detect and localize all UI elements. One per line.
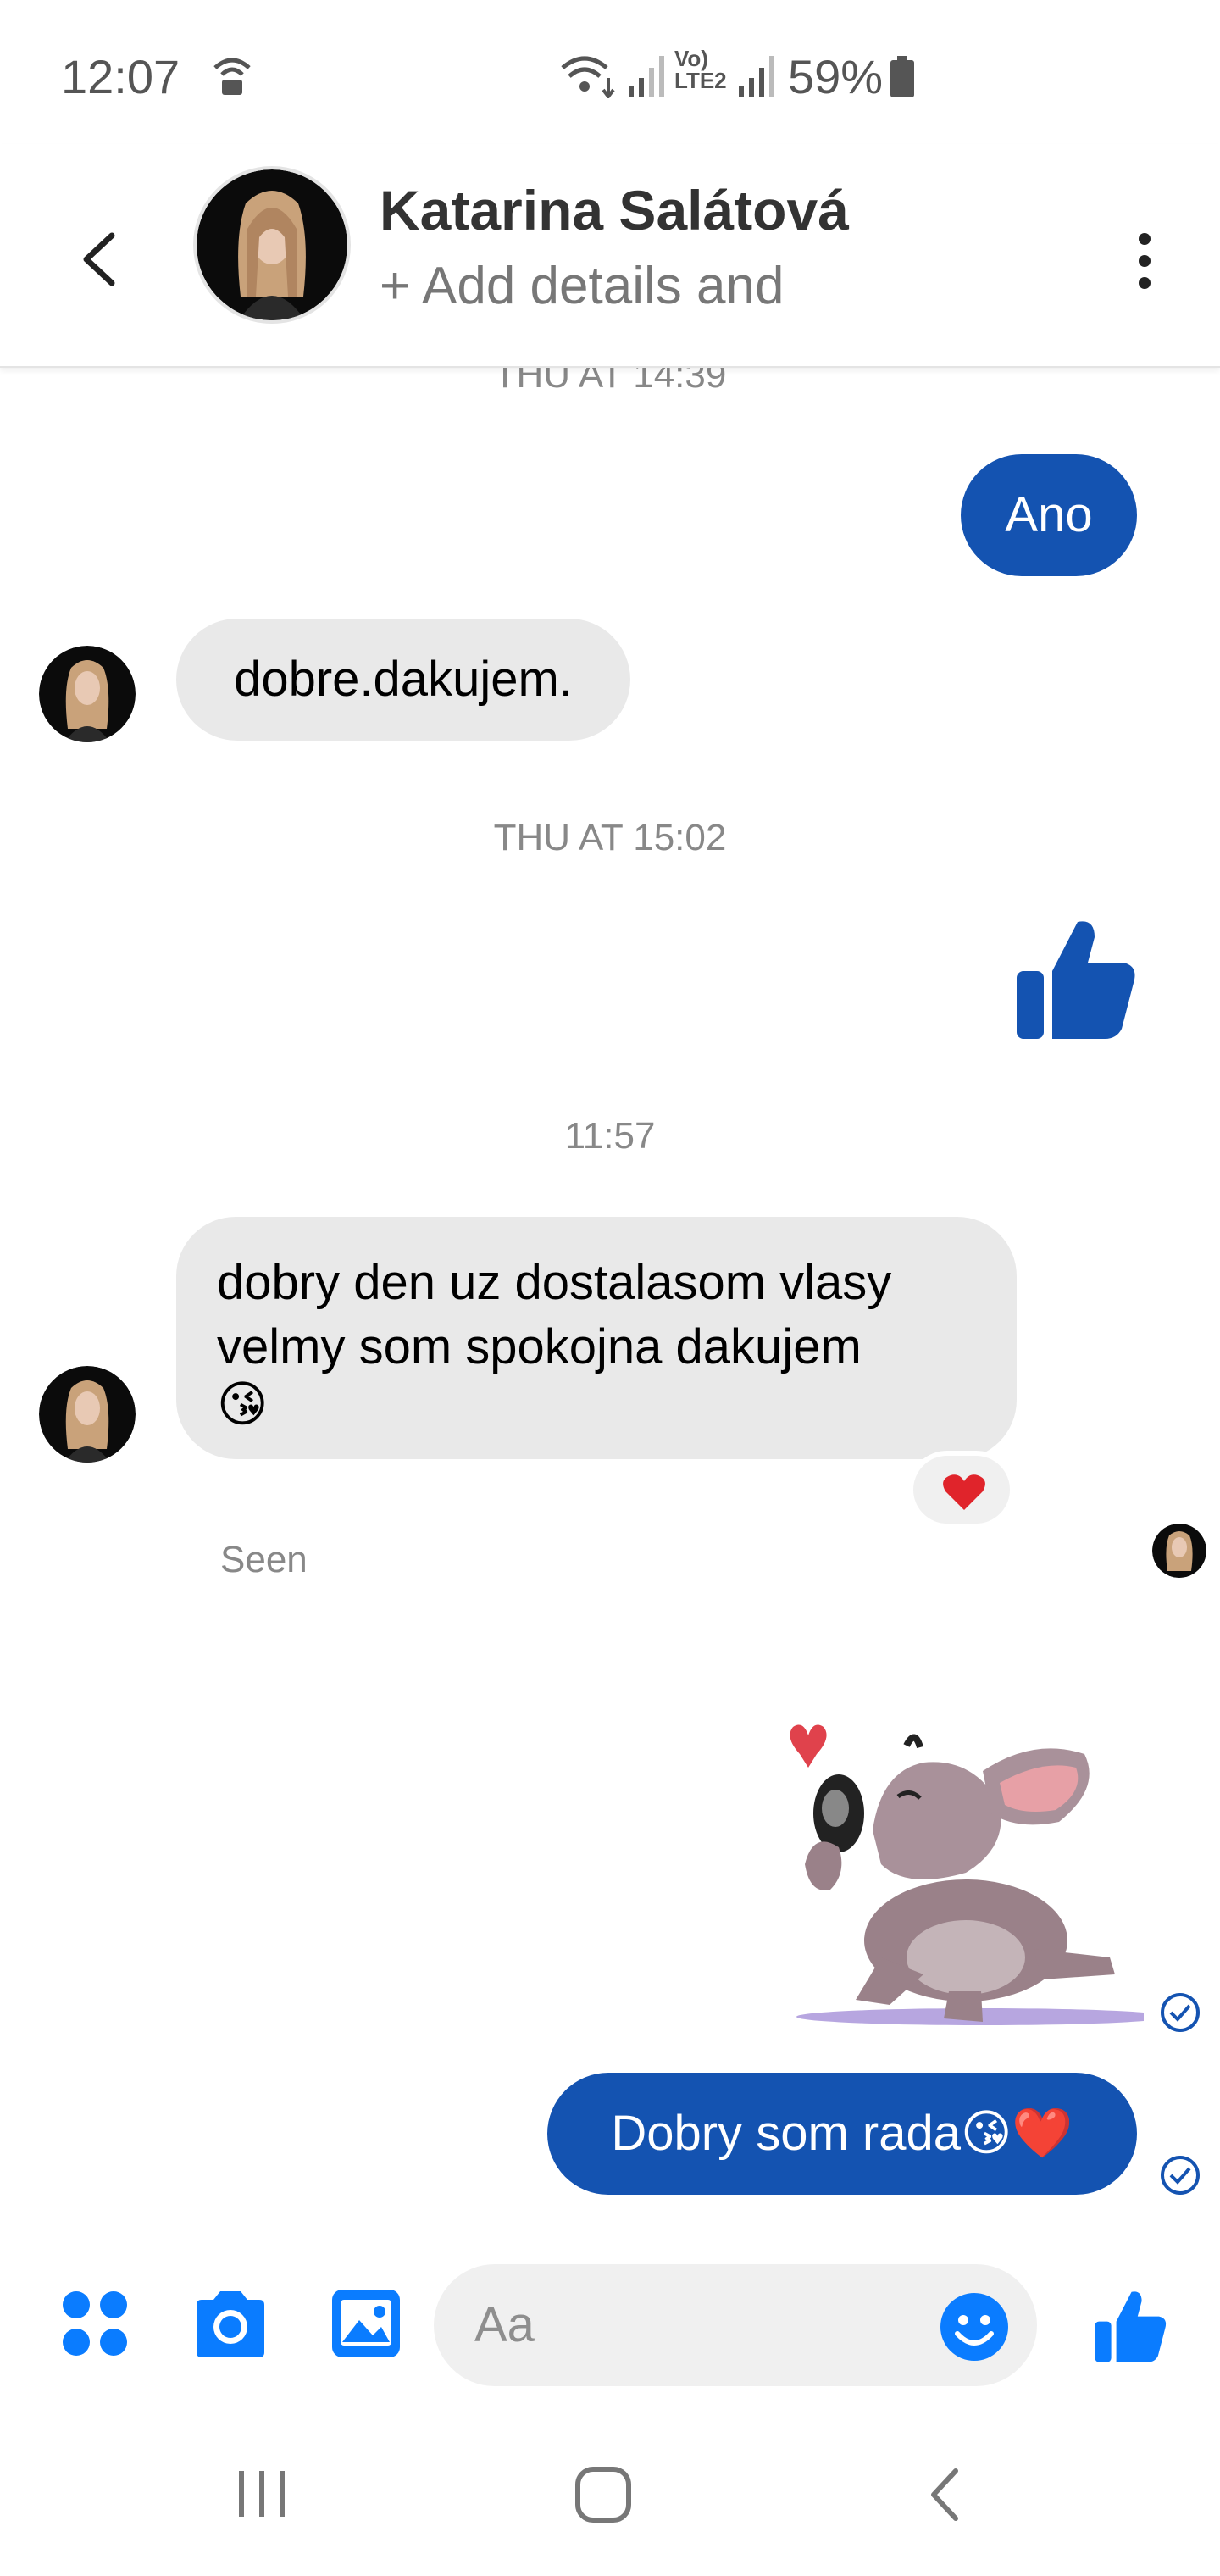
wifi-icon [561,56,615,98]
wifi-lock-icon [214,58,251,95]
thumbs-up-icon[interactable] [1093,2288,1169,2364]
outgoing-message[interactable]: Dobry som rada😘❤️ [547,2073,1137,2195]
status-bar: 12:07 Vo) LTE2 59% [0,0,1220,144]
system-nav-bar [0,2423,1220,2576]
check-circle-icon [1161,1993,1200,2032]
message-placeholder: Aa [474,2297,535,2352]
back-icon[interactable] [68,212,136,305]
avatar[interactable] [39,1366,136,1463]
reaction-badge[interactable] [908,1451,1015,1529]
nav-back-icon[interactable] [920,2464,971,2525]
avatar[interactable] [39,646,136,742]
contact-subtitle[interactable]: + Add details and [380,256,784,316]
heart-icon [943,1474,985,1510]
status-time: 12:07 [61,50,180,103]
emoji-icon[interactable] [939,2291,1010,2362]
signal-icon [739,56,774,97]
conversation-header: Katarina Salátová + Add details and [0,144,1220,368]
battery-percent: 59% [788,50,884,103]
incoming-message[interactable]: dobre.dakujem. [176,619,630,741]
check-circle-icon [1161,2156,1200,2195]
outgoing-message[interactable]: Ano [961,454,1137,576]
gallery-icon[interactable] [330,2288,402,2359]
contact-avatar[interactable] [193,166,351,324]
thumbs-up-icon[interactable] [1013,915,1140,1042]
kiss-emoji: 😘 [217,1377,269,1432]
incoming-message[interactable]: dobry den uz dostalasom vlasy velmy som … [176,1217,1017,1459]
dog-sticker[interactable] [754,1703,1144,2034]
message-line: velmy som spokojna dakujem [217,1319,862,1374]
battery-icon [890,56,914,97]
timestamp: 11:57 [564,1115,656,1157]
camera-icon[interactable] [191,2288,269,2359]
recents-icon[interactable] [234,2466,290,2522]
home-icon[interactable] [573,2464,634,2525]
menu-dots-icon[interactable] [59,2288,130,2359]
more-icon[interactable] [1123,214,1166,307]
timestamp: THU AT 15:02 [493,817,727,858]
network-type: Vo) LTE2 [674,46,727,93]
seen-label: Seen [220,1539,308,1580]
message-line: dobry den uz dostalasom vlasy [217,1255,892,1310]
seen-avatar [1152,1524,1206,1578]
signal-icon [629,56,664,97]
contact-name[interactable]: Katarina Salátová [380,178,849,242]
